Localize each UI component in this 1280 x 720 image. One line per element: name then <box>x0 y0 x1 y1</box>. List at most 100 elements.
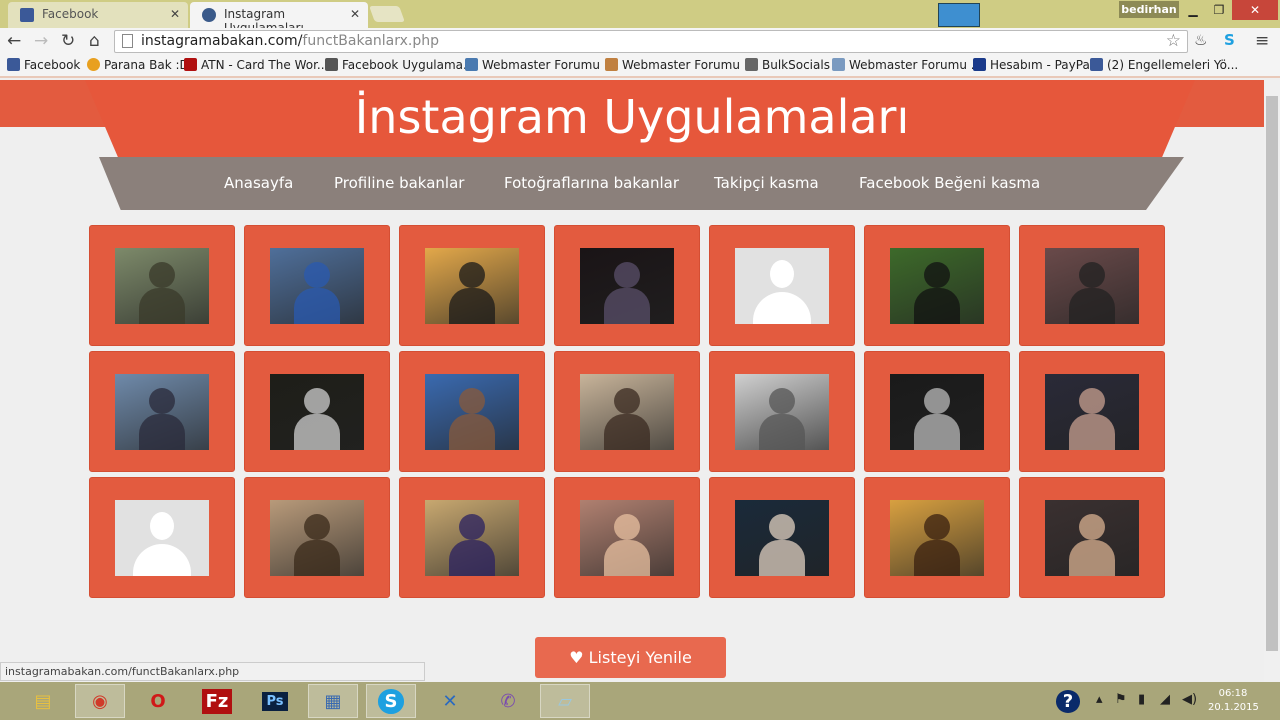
profile-photo <box>425 247 519 324</box>
forward-icon[interactable]: → <box>34 31 48 51</box>
bookmark[interactable]: Webmaster Forumu ... <box>465 58 615 72</box>
profile-photo <box>1045 247 1139 324</box>
clock[interactable]: 06:18 20.1.2015 <box>1208 687 1259 715</box>
control-panel-icon[interactable]: ▦ <box>308 684 358 718</box>
flag-icon[interactable]: ⚑ <box>1115 692 1127 707</box>
profile-tile[interactable] <box>554 351 700 472</box>
browser-toolbar: ← → ↻ ⌂ instagramabakan.com/functBakanla… <box>0 28 1280 54</box>
profile-photo <box>270 373 364 450</box>
nav-facebook-begeni-kasma[interactable]: Facebook Beğeni kasma <box>859 174 1040 192</box>
bookmark[interactable]: BulkSocials <box>745 58 830 72</box>
profile-tile[interactable] <box>864 477 1010 598</box>
help-icon[interactable]: ? <box>1043 684 1093 718</box>
taskbar: ▤ ◉ O Fz Ps ▦ S ✕ ✆ ▱ ? ▴ ⚑ ▮ ◢ ◀) 06:18… <box>0 682 1280 720</box>
tab-label: Facebook <box>42 7 99 21</box>
home-icon[interactable]: ⌂ <box>89 31 100 51</box>
profile-photo <box>890 499 984 576</box>
profile-tile[interactable] <box>864 225 1010 346</box>
profile-tile[interactable] <box>89 351 235 472</box>
default-avatar <box>115 499 209 576</box>
profile-name[interactable]: bedirhan <box>1119 1 1179 18</box>
skype-taskbar-icon[interactable]: S <box>366 684 416 718</box>
filezilla-icon[interactable]: Fz <box>192 684 242 718</box>
profile-tile[interactable] <box>1019 477 1165 598</box>
extension-icon[interactable]: ♨ <box>1194 31 1207 49</box>
profile-tile[interactable] <box>709 351 855 472</box>
profile-tile[interactable] <box>709 477 855 598</box>
menu-icon[interactable]: ≡ <box>1255 31 1269 51</box>
profile-tile[interactable] <box>399 225 545 346</box>
url-path: functBakanlarx.php <box>302 33 440 49</box>
nav-anasayfa[interactable]: Anasayfa <box>224 174 293 192</box>
profile-tile[interactable] <box>554 477 700 598</box>
bookmark[interactable]: Parana Bak :D <box>87 58 189 72</box>
bookmarks-bar: Facebook Parana Bak :D ATN - Card The Wo… <box>0 54 1280 78</box>
profile-tile[interactable] <box>244 225 390 346</box>
new-tab-button[interactable] <box>369 6 405 22</box>
profile-tile[interactable] <box>89 477 235 598</box>
tab-facebook[interactable]: Facebook ✕ <box>8 2 188 28</box>
viber-icon[interactable]: ✆ <box>483 684 533 718</box>
profile-photo <box>115 247 209 324</box>
address-bar[interactable]: instagramabakan.com/functBakanlarx.php ☆ <box>114 30 1188 53</box>
photoshop-icon[interactable]: Ps <box>250 684 300 718</box>
profile-photo <box>580 247 674 324</box>
profile-photo <box>735 373 829 450</box>
bookmark[interactable]: Facebook Uygulama... <box>325 58 474 72</box>
chrome-icon[interactable]: ◉ <box>75 684 125 718</box>
refresh-list-button[interactable]: ♥ Listeyi Yenile <box>535 637 726 678</box>
back-icon[interactable]: ← <box>7 31 21 51</box>
minimize-button[interactable]: ▁ <box>1180 0 1206 20</box>
close-tab-icon[interactable]: ✕ <box>350 7 360 21</box>
profile-tile[interactable] <box>1019 225 1165 346</box>
nav-fotograflarina-bakanlar[interactable]: Fotoğraflarına bakanlar <box>504 174 679 192</box>
profile-tile[interactable] <box>399 351 545 472</box>
date: 20.1.2015 <box>1208 702 1259 713</box>
profile-photo <box>890 373 984 450</box>
status-bar: instagramabakan.com/functBakanlarx.php <box>0 662 425 681</box>
profile-photo <box>1045 373 1139 450</box>
page-title: İnstagram Uygulamaları <box>354 90 910 144</box>
tab-instagram[interactable]: Instagram Uygulamaları✕ <box>190 2 368 35</box>
restore-button[interactable]: ❐ <box>1206 0 1232 20</box>
nav-takipci-kasma[interactable]: Takipçi kasma <box>714 174 819 192</box>
xampp-icon[interactable]: ✕ <box>425 684 475 718</box>
skype-icon[interactable]: S <box>1224 31 1235 49</box>
scrollbar-thumb[interactable] <box>1266 96 1278 651</box>
battery-icon[interactable]: ▮ <box>1138 692 1145 707</box>
opera-icon[interactable]: O <box>133 684 183 718</box>
profile-photo <box>580 499 674 576</box>
profile-photo <box>1045 499 1139 576</box>
bookmark[interactable]: ATN - Card The Wor... <box>184 58 328 72</box>
bookmark[interactable]: Webmaster Forumu ... <box>605 58 755 72</box>
profile-tile[interactable] <box>709 225 855 346</box>
nav-profiline-bakanlar[interactable]: Profiline bakanlar <box>334 174 464 192</box>
profile-photo <box>890 247 984 324</box>
profile-tile[interactable] <box>554 225 700 346</box>
profile-tile[interactable] <box>1019 351 1165 472</box>
close-window-button[interactable]: ✕ <box>1232 0 1278 20</box>
bookmark[interactable]: Webmaster Forumu ... <box>832 58 982 72</box>
facebook-icon <box>20 8 34 22</box>
volume-icon[interactable]: ◀) <box>1182 692 1197 707</box>
reload-icon[interactable]: ↻ <box>61 31 75 51</box>
profile-tile[interactable] <box>399 477 545 598</box>
web-page: İnstagram Uygulamaları Anasayfa Profilin… <box>0 80 1264 680</box>
bookmark[interactable]: (2) Engellemeleri Yö... <box>1090 58 1238 72</box>
bookmark[interactable]: Hesabım - PayPal <box>973 58 1093 72</box>
network-icon[interactable]: ◢ <box>1160 692 1170 707</box>
profile-tile[interactable] <box>864 351 1010 472</box>
scrollbar[interactable] <box>1264 80 1280 682</box>
browser-title-bar: Facebook ✕ Instagram Uygulamaları✕ bedirh… <box>0 0 1280 35</box>
profile-tile[interactable] <box>244 351 390 472</box>
close-tab-icon[interactable]: ✕ <box>170 7 180 21</box>
tray-expand-icon[interactable]: ▴ <box>1096 692 1103 707</box>
bookmark[interactable]: Facebook <box>7 58 80 72</box>
profile-tile[interactable] <box>244 477 390 598</box>
bookmark-star-icon[interactable]: ☆ <box>1166 31 1181 52</box>
time: 06:18 <box>1218 688 1248 699</box>
notepad-icon[interactable]: ▱ <box>540 684 590 718</box>
snap-handle[interactable] <box>938 3 980 27</box>
explorer-icon[interactable]: ▤ <box>18 684 68 718</box>
profile-tile[interactable] <box>89 225 235 346</box>
